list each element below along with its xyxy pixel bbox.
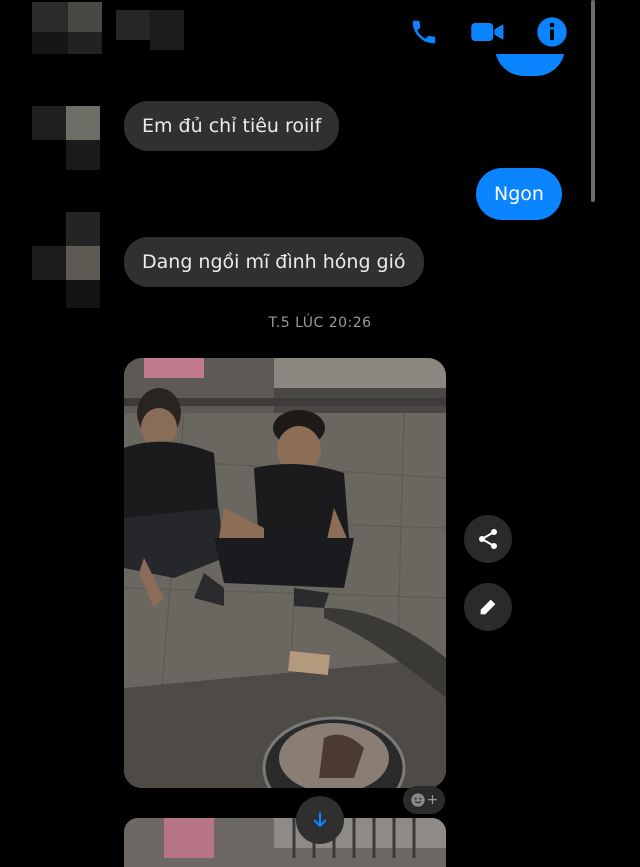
arrow-down-icon (313, 812, 327, 827)
phone-icon (412, 20, 436, 44)
photo-message[interactable] (124, 358, 446, 788)
add-reaction-button[interactable]: + (403, 786, 445, 814)
reaction-plus: + (426, 792, 439, 808)
chat-screen: Em đủ chỉ tiêu roiif Ngon Dang ngồi mĩ đ… (0, 0, 640, 867)
contact-header-blurred[interactable] (32, 2, 184, 54)
scroll-to-bottom-button[interactable] (296, 796, 344, 844)
message-text: Ngon (494, 183, 544, 205)
photo-message[interactable] (124, 818, 446, 867)
message-text: Em đủ chỉ tiêu roiif (142, 115, 322, 137)
message-text: Dang ngồi mĩ đình hóng gió (142, 251, 406, 273)
scrollbar[interactable] (591, 0, 595, 202)
smiley-add-icon (410, 793, 425, 807)
share-button[interactable] (464, 515, 512, 563)
message-bubble-incoming[interactable]: Em đủ chỉ tiêu roiif (124, 101, 340, 151)
previous-outgoing-bubble (495, 54, 565, 84)
video-camera-icon (471, 23, 504, 41)
edit-button[interactable] (464, 583, 512, 631)
message-bubble-outgoing[interactable]: Ngon (476, 168, 562, 220)
pencil-icon (480, 599, 496, 615)
avatar[interactable] (32, 212, 104, 308)
message-timestamp: T.5 LÚC 20:26 (268, 315, 372, 331)
info-icon (537, 17, 567, 47)
share-icon (479, 529, 497, 549)
avatar[interactable] (32, 102, 104, 174)
info-button[interactable] (532, 12, 572, 52)
call-button[interactable] (404, 12, 444, 52)
photo-content (124, 818, 446, 867)
message-bubble-incoming[interactable]: Dang ngồi mĩ đình hóng gió (124, 237, 424, 287)
photo-content (124, 358, 446, 788)
video-call-button[interactable] (468, 12, 508, 52)
